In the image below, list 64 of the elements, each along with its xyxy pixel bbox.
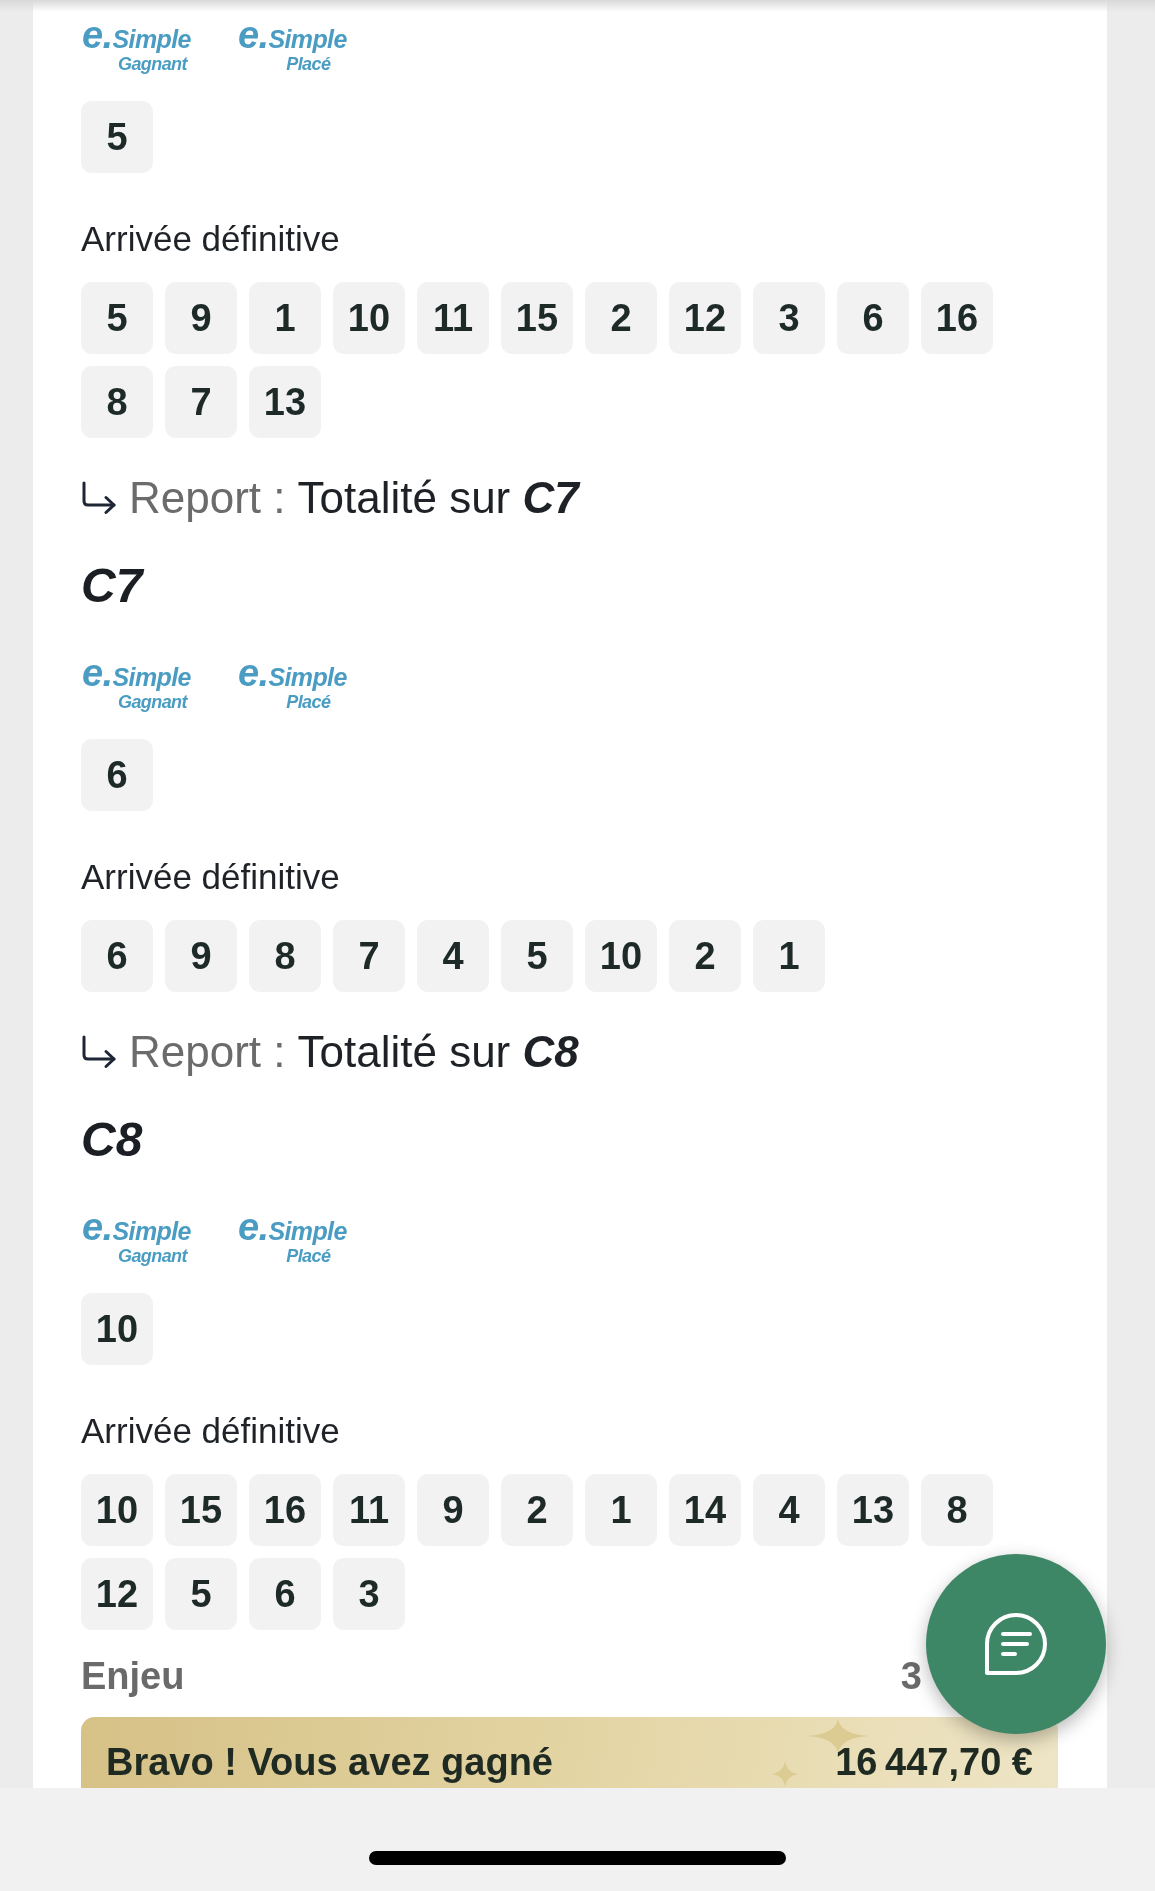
stake-value: 3	[900, 1654, 922, 1698]
result-chip: 15	[165, 1474, 237, 1546]
result-chip: 11	[417, 282, 489, 354]
result-chip: 11	[333, 1474, 405, 1546]
result-chip: 8	[249, 920, 321, 992]
result-chip: 10	[585, 920, 657, 992]
win-message: Bravo ! Vous avez gagné	[106, 1741, 553, 1783]
result-chip: 10	[81, 1474, 153, 1546]
chat-icon	[983, 1612, 1049, 1676]
result-chip: 13	[837, 1474, 909, 1546]
result-chip: 16	[249, 1474, 321, 1546]
result-chip: 1	[585, 1474, 657, 1546]
bet-type-logo: e.Simple Gagnant	[81, 1211, 192, 1265]
bet-type-logo: e.Simple Gagnant	[81, 19, 192, 73]
result-chip: 13	[249, 366, 321, 438]
result-chip: 12	[81, 1558, 153, 1630]
return-arrow-icon	[81, 1035, 117, 1069]
result-chip: 1	[753, 920, 825, 992]
result-chip: 7	[165, 366, 237, 438]
result-chip: 6	[837, 282, 909, 354]
result-chip: 9	[165, 282, 237, 354]
selection-chip: 6	[81, 739, 153, 811]
sparkle-icon	[771, 1761, 799, 1787]
result-chip: 15	[501, 282, 573, 354]
return-arrow-icon	[81, 481, 117, 515]
result-chip: 7	[333, 920, 405, 992]
result-chip: 10	[333, 282, 405, 354]
win-amount: 16 447,70 €	[835, 1741, 1033, 1783]
selection-chip: 10	[81, 1293, 153, 1365]
carryover-text: Totalité sur C7	[297, 474, 579, 522]
carryover-label: Report :	[129, 1028, 286, 1076]
result-chip: 5	[165, 1558, 237, 1630]
result-heading: Arrivée définitive	[81, 1411, 340, 1451]
selection-chip: 5	[81, 101, 153, 173]
result-chip: 6	[249, 1558, 321, 1630]
result-chip: 12	[669, 282, 741, 354]
bet-type-logo: e.Simple Placé	[236, 657, 348, 711]
result-chip: 9	[165, 920, 237, 992]
stake-label: Enjeu	[81, 1654, 185, 1698]
result-chip: 2	[501, 1474, 573, 1546]
result-chip: 4	[417, 920, 489, 992]
result-chip: 2	[669, 920, 741, 992]
result-chip: 1	[249, 282, 321, 354]
bet-type-logo: e.Simple Gagnant	[81, 657, 192, 711]
result-chip: 5	[501, 920, 573, 992]
result-chip: 8	[81, 366, 153, 438]
carryover-label: Report :	[129, 474, 286, 522]
result-chip: 5	[81, 282, 153, 354]
result-chip: 16	[921, 282, 993, 354]
result-chip: 8	[921, 1474, 993, 1546]
result-chip: 14	[669, 1474, 741, 1546]
result-heading: Arrivée définitive	[81, 219, 340, 259]
race-title: C8	[81, 1112, 143, 1168]
result-chip: 3	[333, 1558, 405, 1630]
result-chip: 4	[753, 1474, 825, 1546]
result-chip: 2	[585, 282, 657, 354]
result-chip: 3	[753, 282, 825, 354]
result-heading: Arrivée définitive	[81, 857, 340, 897]
bet-type-logo: e.Simple Placé	[236, 19, 348, 73]
carryover-text: Totalité sur C8	[297, 1028, 579, 1076]
result-chip: 6	[81, 920, 153, 992]
race-title: C7	[81, 558, 143, 614]
result-chip: 9	[417, 1474, 489, 1546]
bet-type-logo: e.Simple Placé	[236, 1211, 348, 1265]
